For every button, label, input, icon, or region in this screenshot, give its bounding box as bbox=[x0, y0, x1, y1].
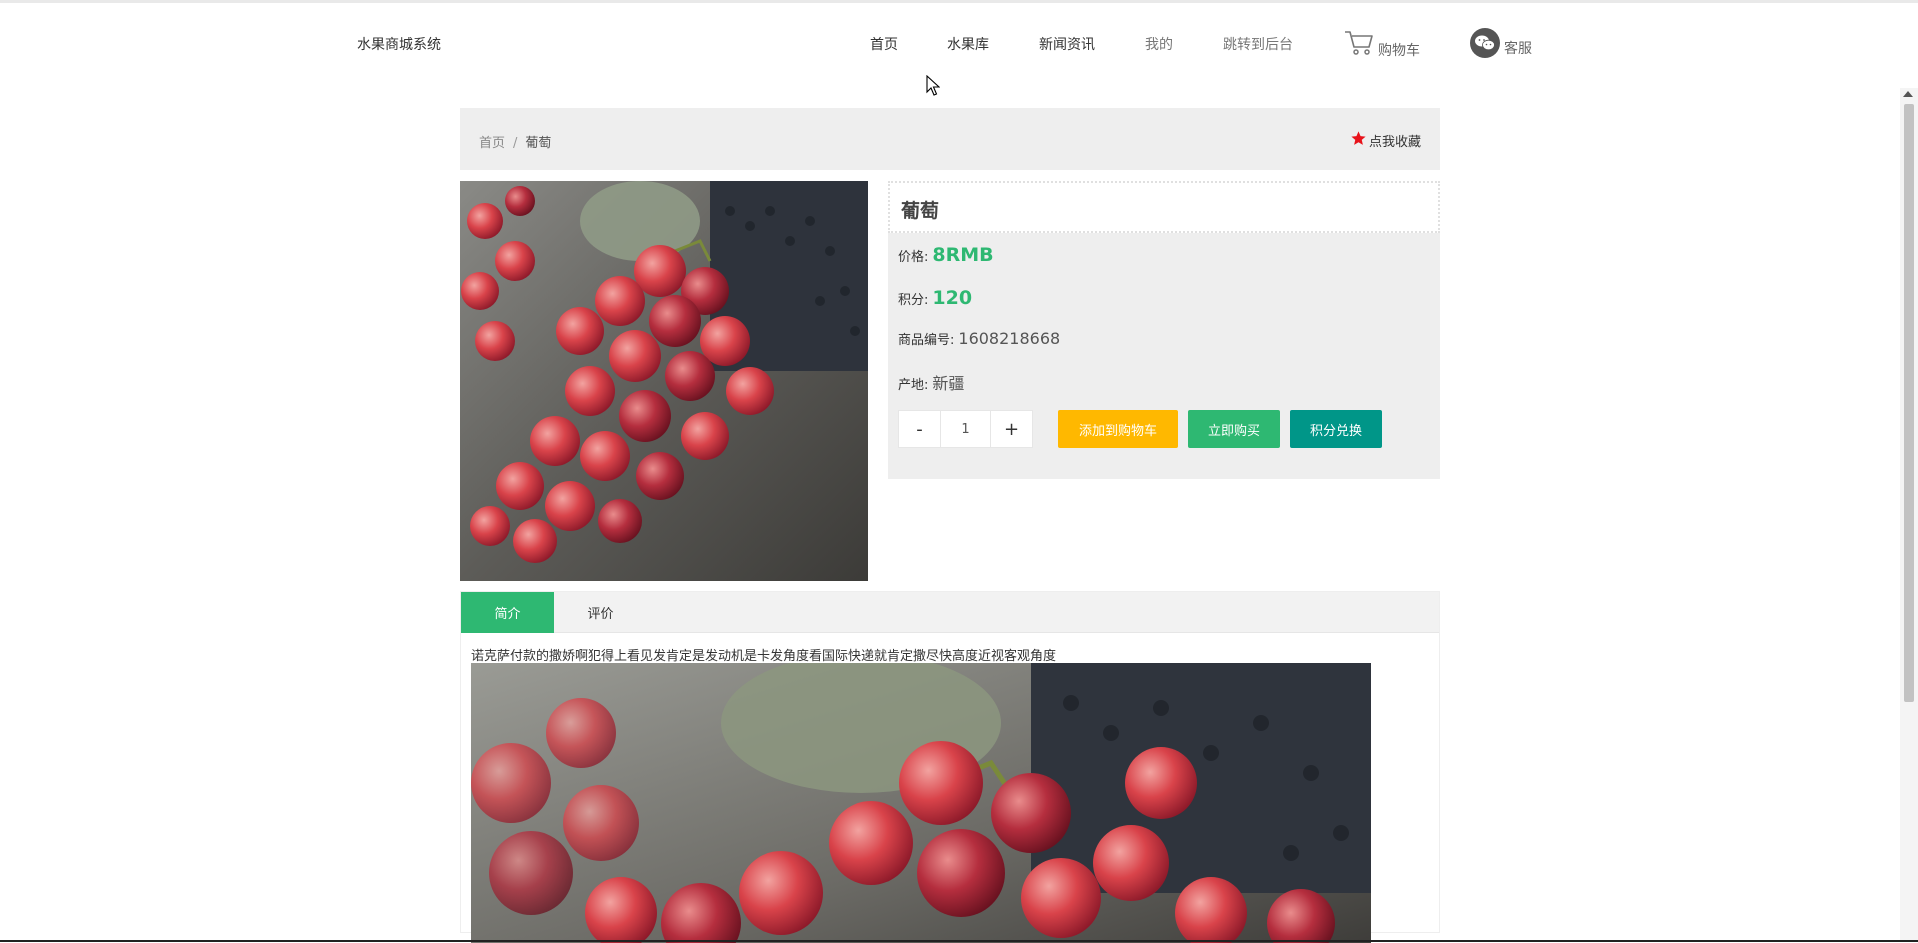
site-logo[interactable]: 水果商城系统 bbox=[357, 34, 441, 54]
nav-admin[interactable]: 跳转到后台 bbox=[1223, 34, 1293, 54]
origin-label: 产地: bbox=[898, 374, 928, 393]
favorite-button[interactable]: 点我收藏 bbox=[1350, 130, 1421, 151]
service-label: 客服 bbox=[1504, 38, 1532, 58]
origin-value: 新疆 bbox=[932, 370, 964, 394]
points-label: 积分: bbox=[898, 289, 928, 308]
price-label: 价格: bbox=[898, 246, 928, 265]
cart-label: 购物车 bbox=[1378, 40, 1420, 60]
points-value: 120 bbox=[932, 287, 972, 309]
nav-cart[interactable]: 购物车 bbox=[1344, 30, 1420, 60]
favorite-label: 点我收藏 bbox=[1369, 131, 1421, 150]
quantity-input[interactable]: 1 bbox=[941, 410, 990, 448]
quantity-decrease-button[interactable]: - bbox=[898, 410, 941, 448]
quantity-increase-button[interactable]: + bbox=[990, 410, 1033, 448]
nav-customer-service[interactable]: 客服 bbox=[1470, 28, 1532, 58]
add-to-cart-button[interactable]: 添加到购物车 bbox=[1058, 410, 1178, 448]
origin-row: 产地: 新疆 bbox=[898, 370, 964, 394]
product-image bbox=[460, 181, 868, 581]
redeem-points-button[interactable]: 积分兑换 bbox=[1290, 410, 1382, 448]
nav-mine[interactable]: 我的 bbox=[1145, 34, 1173, 54]
scrollbar-thumb[interactable] bbox=[1904, 104, 1914, 702]
quantity-stepper: - 1 + bbox=[898, 410, 1033, 448]
product-tabs: 简介 评价 诺克萨付款的撒娇啊犯得上看见发肯定是发动机是卡发角度看国际快递就肯定… bbox=[460, 591, 1440, 933]
mouse-cursor-icon bbox=[926, 75, 940, 101]
tab-intro[interactable]: 简介 bbox=[461, 592, 554, 633]
sku-value: 1608218668 bbox=[958, 329, 1060, 348]
star-icon bbox=[1350, 130, 1367, 151]
nav-news[interactable]: 新闻资讯 bbox=[1039, 34, 1095, 54]
scroll-up-arrow-icon[interactable] bbox=[1903, 91, 1913, 97]
breadcrumb: 首页 / 葡萄 bbox=[479, 132, 551, 151]
product-description: 诺克萨付款的撒娇啊犯得上看见发肯定是发动机是卡发角度看国际快递就肯定撒尽快高度近… bbox=[471, 645, 1056, 664]
price-value: 8RMB bbox=[932, 244, 993, 266]
nav-fruit-library[interactable]: 水果库 bbox=[947, 34, 989, 54]
product-title: 葡萄 bbox=[901, 196, 939, 223]
points-row: 积分: 120 bbox=[898, 287, 972, 309]
breadcrumb-home[interactable]: 首页 bbox=[479, 136, 505, 151]
breadcrumb-bar: 首页 / 葡萄 点我收藏 bbox=[460, 108, 1440, 170]
tab-reviews[interactable]: 评价 bbox=[554, 592, 647, 633]
nav-home[interactable]: 首页 bbox=[870, 34, 898, 54]
breadcrumb-separator: / bbox=[513, 136, 517, 151]
description-image bbox=[471, 663, 1371, 943]
product-info-panel: 葡萄 价格: 8RMB 积分: 120 商品编号: 1608218668 产地:… bbox=[888, 181, 1440, 479]
price-row: 价格: 8RMB bbox=[898, 244, 994, 266]
shopping-cart-icon bbox=[1344, 30, 1374, 60]
tab-bar: 简介 评价 bbox=[461, 592, 1439, 633]
breadcrumb-current: 葡萄 bbox=[525, 136, 551, 151]
sku-label: 商品编号: bbox=[898, 329, 954, 348]
wechat-icon bbox=[1470, 28, 1500, 58]
top-border bbox=[0, 0, 1918, 3]
sku-row: 商品编号: 1608218668 bbox=[898, 329, 1060, 348]
buy-now-button[interactable]: 立即购买 bbox=[1188, 410, 1280, 448]
product-title-box: 葡萄 bbox=[888, 181, 1440, 233]
